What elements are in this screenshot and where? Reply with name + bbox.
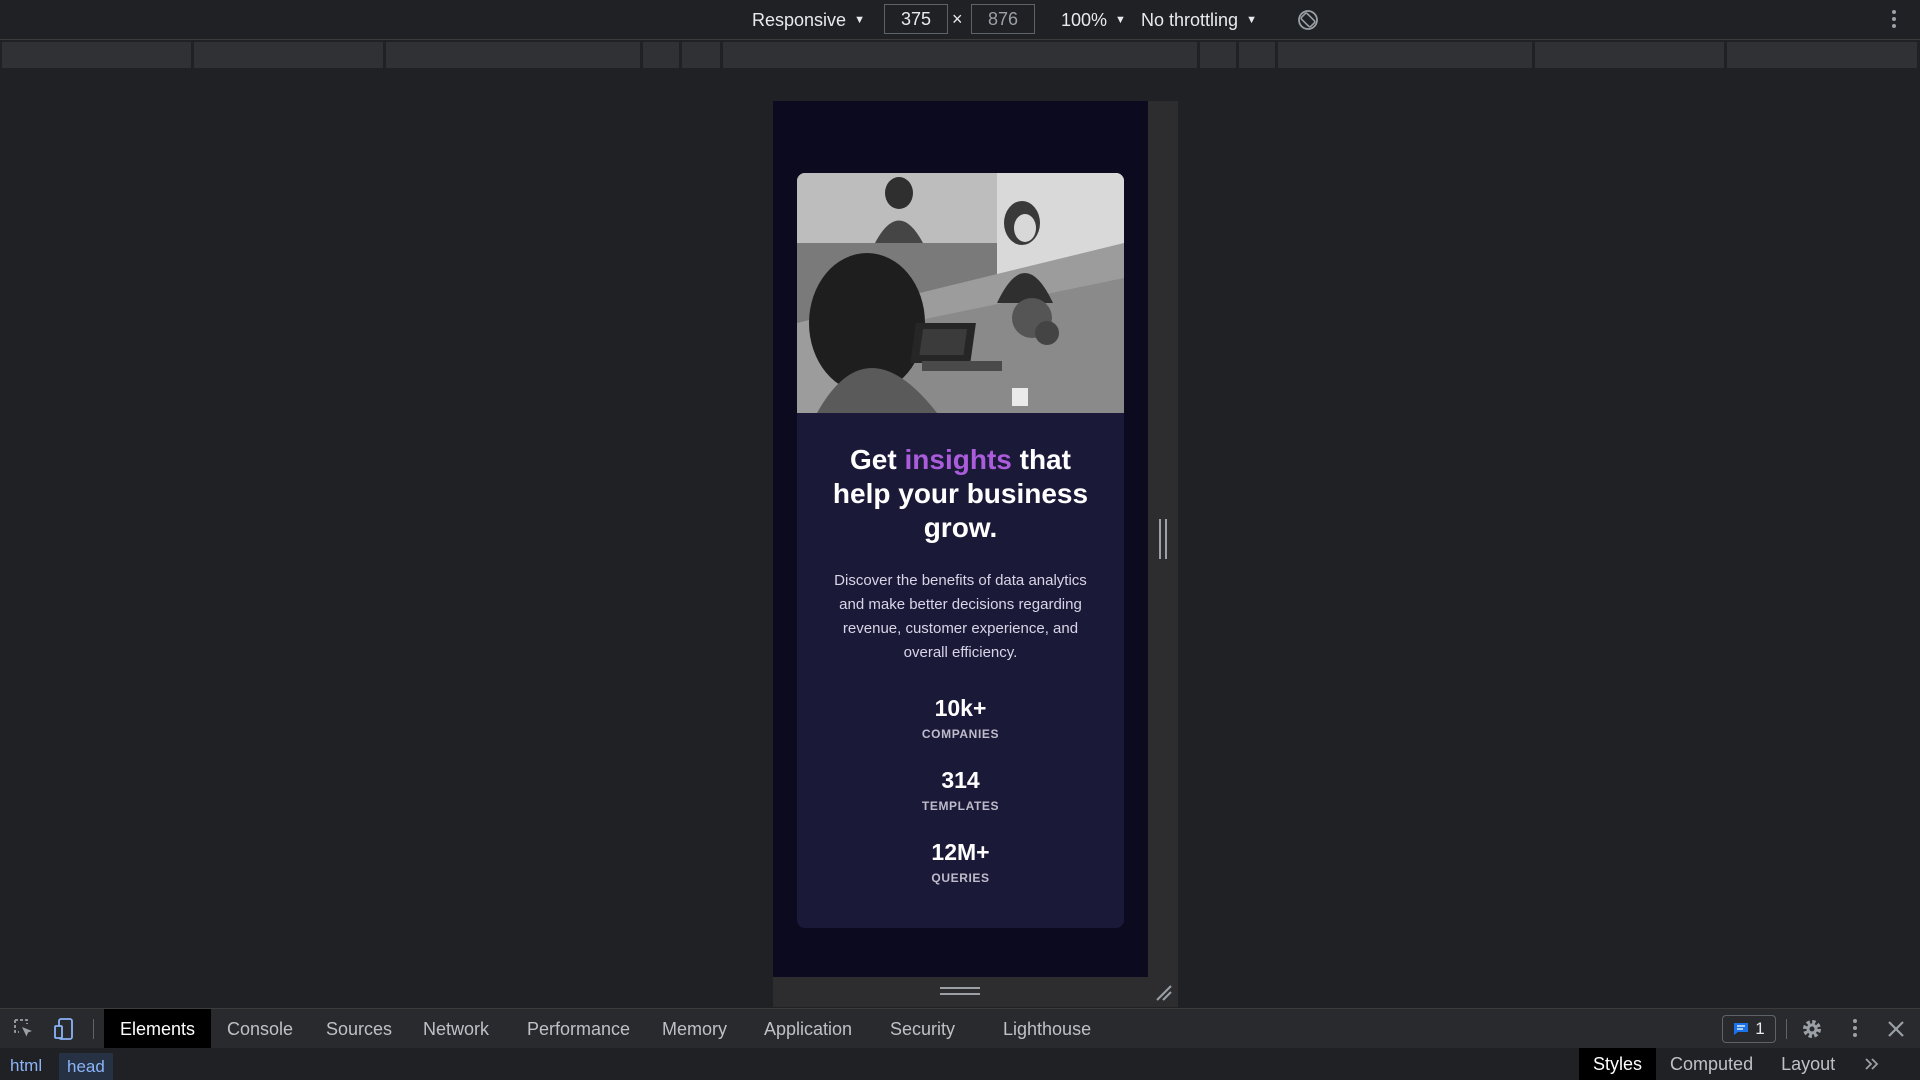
media-query-bar: [0, 42, 1920, 68]
media-query-segment[interactable]: [1727, 42, 1917, 68]
stat-value: 10k+: [934, 695, 987, 721]
stat-label: COMPANIES: [921, 727, 1000, 741]
divider: [1786, 1019, 1787, 1039]
headline: Get insights that help your business gro…: [825, 443, 1096, 545]
media-query-segment[interactable]: [1535, 42, 1724, 68]
tab-memory[interactable]: Memory: [646, 1009, 743, 1049]
throttling-select-label: No throttling: [1141, 10, 1239, 30]
tab-performance[interactable]: Performance: [511, 1009, 646, 1049]
zoom-select[interactable]: 100% ▼: [1061, 8, 1126, 32]
tab-application[interactable]: Application: [748, 1009, 868, 1049]
media-query-segment[interactable]: [2, 42, 191, 68]
dimension-separator: ×: [952, 9, 963, 29]
tab-styles[interactable]: Styles: [1579, 1048, 1657, 1080]
tab-security[interactable]: Security: [874, 1009, 971, 1049]
issues-count: 1: [1755, 1019, 1765, 1038]
stat-value: 314: [941, 767, 980, 793]
stat-queries: 12M+ QUERIES: [825, 839, 1096, 885]
zoom-select-label: 100%: [1061, 10, 1108, 30]
media-query-segment[interactable]: [643, 42, 679, 68]
throttling-select[interactable]: No throttling ▼: [1141, 8, 1257, 32]
device-select[interactable]: Responsive ▼: [752, 8, 865, 32]
tab-sources[interactable]: Sources: [310, 1009, 408, 1049]
caret-down-icon: ▼: [854, 14, 865, 26]
right-resize-handle[interactable]: [1159, 519, 1167, 559]
device-select-label: Responsive: [752, 10, 847, 30]
device-toolbar-icon[interactable]: [53, 1017, 77, 1041]
media-query-segment[interactable]: [1239, 42, 1275, 68]
tab-layout[interactable]: Layout: [1767, 1048, 1849, 1080]
width-input[interactable]: [884, 4, 948, 34]
media-query-segment[interactable]: [682, 42, 720, 68]
rotate-icon[interactable]: [1297, 9, 1319, 31]
caret-down-icon: ▼: [1246, 14, 1257, 26]
stat-label: TEMPLATES: [921, 799, 1000, 813]
corner-resize-handle[interactable]: [1153, 982, 1173, 1002]
media-query-segment[interactable]: [1200, 42, 1236, 68]
tab-computed[interactable]: Computed: [1656, 1048, 1767, 1080]
sidebar-tabs: Styles Computed Layout: [1579, 1048, 1849, 1080]
tab-console[interactable]: Console: [211, 1009, 309, 1049]
inspect-element-icon[interactable]: [12, 1017, 36, 1041]
height-input[interactable]: [971, 4, 1035, 34]
stat-label: QUERIES: [931, 871, 990, 885]
tab-lighthouse[interactable]: Lighthouse: [987, 1009, 1107, 1049]
office-photo: [797, 173, 1124, 413]
more-options-icon[interactable]: [1849, 1017, 1861, 1041]
header-image: [797, 173, 1124, 413]
issues-badge[interactable]: 1: [1722, 1015, 1776, 1043]
headline-accent: insights: [904, 444, 1012, 475]
media-query-segment[interactable]: [194, 42, 383, 68]
tab-elements[interactable]: Elements: [104, 1009, 212, 1049]
more-options-icon[interactable]: [1888, 8, 1900, 32]
gear-icon[interactable]: [1800, 1017, 1824, 1041]
breadcrumb-head[interactable]: head: [59, 1053, 113, 1080]
close-icon[interactable]: [1886, 1019, 1906, 1039]
divider: [93, 1019, 94, 1039]
stat-value: 12M+: [931, 839, 990, 865]
device-toolbar: Responsive ▼ × 100% ▼ No throttling ▼: [0, 0, 1920, 40]
devtools-tab-bar: Elements Console Sources Network Perform…: [0, 1008, 1920, 1049]
chevron-double-right-icon[interactable]: [1862, 1054, 1882, 1074]
stats-preview-card: Get insights that help your business gro…: [797, 173, 1124, 928]
elements-bottom-bar: html head Styles Computed Layout: [0, 1048, 1920, 1080]
bottom-resize-handle[interactable]: [940, 987, 980, 995]
caret-down-icon: ▼: [1115, 14, 1126, 26]
headline-text: Get: [850, 444, 905, 475]
breadcrumb-html[interactable]: html: [10, 1056, 42, 1076]
description: Discover the benefits of data analytics …: [834, 572, 1087, 661]
tab-network[interactable]: Network: [407, 1009, 505, 1049]
stat-templates: 314 TEMPLATES: [825, 767, 1096, 813]
media-query-segment[interactable]: [386, 42, 640, 68]
media-query-segment[interactable]: [723, 42, 1197, 68]
media-query-segment[interactable]: [1278, 42, 1532, 68]
issues-message-icon: [1734, 1023, 1749, 1035]
device-viewport: Get insights that help your business gro…: [773, 101, 1148, 977]
card-content: Get insights that help your business gro…: [797, 413, 1124, 885]
stat-companies: 10k+ COMPANIES: [825, 695, 1096, 741]
